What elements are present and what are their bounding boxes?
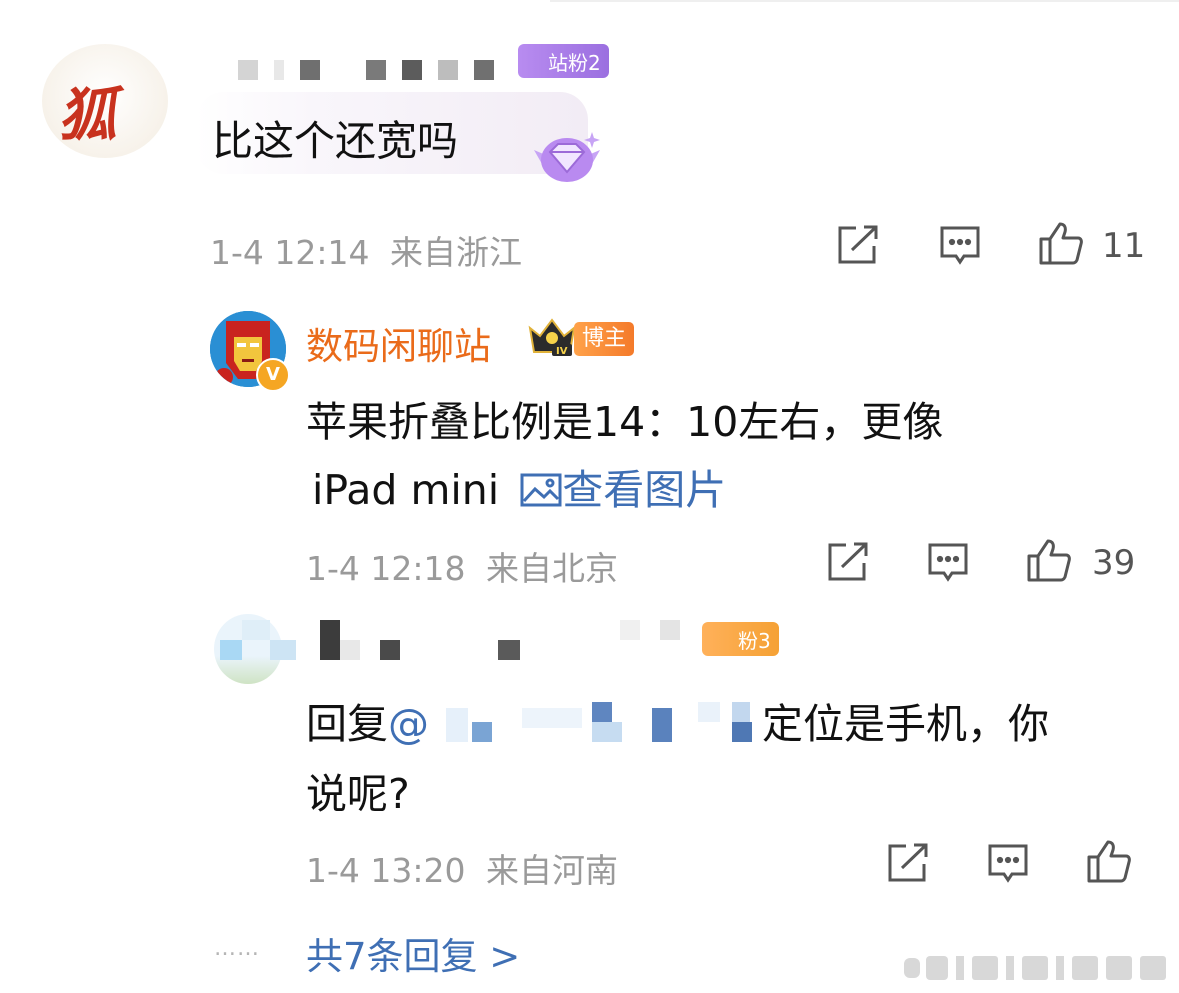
view-more-replies-link[interactable]: 共7条回复 > [306,926,520,980]
fan-level-badge: 站粉2 [518,44,609,78]
thumbs-up-icon[interactable] [1086,838,1132,884]
comment-meta: 1-4 13:20 来自河南 [306,844,618,892]
comment-meta: 1-4 12:18 来自北京 [306,542,618,590]
comment-icon[interactable] [986,842,1030,886]
comment-icon[interactable] [926,541,970,585]
comment-meta: 1-4 12:14 来自浙江 [210,226,522,274]
svg-text:IV: IV [556,346,568,357]
share-icon[interactable] [826,541,870,583]
comment-text-line2: iPad mini 查看图片 [312,456,726,517]
comment-time: 1-4 13:20 [306,851,466,890]
avatar-logo-glyph: 狐 [55,81,123,149]
reply-thread-dots: …… [214,936,260,961]
thumbs-up-icon[interactable] [1026,537,1072,583]
top-divider [550,0,1179,2]
comment-text: 比这个还宽吗 [212,117,458,165]
comment-text: 回复@ 定位是手机，你 [306,690,1049,750]
comment-location: 来自北京 [486,549,618,588]
comment-text: 苹果折叠比例是14：10左右，更像 [306,398,944,446]
blogger-badge: 博主 [574,322,635,356]
username-redacted[interactable] [220,620,700,660]
comment-time: 1-4 12:18 [306,549,466,588]
avatar[interactable]: 狐 [42,44,168,158]
mention-link[interactable]: @ [388,700,429,748]
fan-level-badge-label: 站粉2 [548,50,601,75]
comment-time: 1-4 12:14 [210,233,370,272]
fan-level-badge-label: 粉3 [738,628,771,653]
watermark [900,950,1172,984]
share-icon[interactable] [836,224,880,266]
username[interactable]: 数码闲聊站 [306,316,491,370]
like-count: 11 [1102,226,1146,266]
crown-level-icon: IV [526,316,578,362]
diamond-gem-icon [528,126,606,186]
fan-level-badge: 粉3 [702,622,779,656]
mention-redacted [442,702,762,744]
username-redacted[interactable] [238,60,494,80]
comment-location: 来自浙江 [390,233,522,272]
comment-location: 来自河南 [486,851,618,890]
like-count: 39 [1092,543,1136,583]
verified-badge: V [256,358,290,392]
image-icon [520,469,562,517]
view-image-link[interactable]: 查看图片 [520,466,726,514]
comment-text-tail: 定位是手机，你 [762,700,1050,748]
view-image-label: 查看图片 [562,466,727,514]
comment-text-line2: 说呢? [306,770,410,818]
comment-icon[interactable] [938,224,982,268]
reply-prefix: 回复 [306,700,388,748]
thumbs-up-icon[interactable] [1038,220,1084,266]
comment-text-tail: iPad mini [312,466,500,514]
share-icon[interactable] [886,842,930,884]
